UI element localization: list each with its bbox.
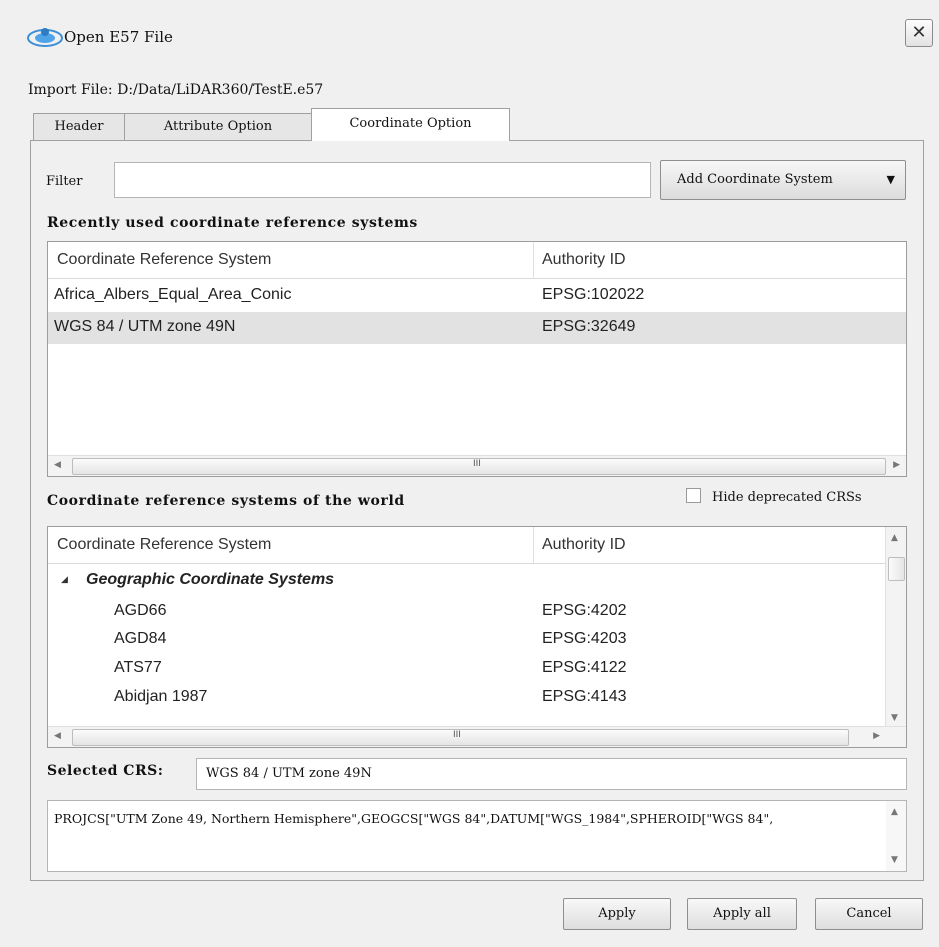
window-title: Open E57 File <box>64 28 173 46</box>
table-row[interactable]: Abidjan 1987 EPSG:4143 <box>48 682 888 714</box>
world-crs-title: Coordinate reference systems of the worl… <box>47 493 405 509</box>
authority-id: EPSG:4203 <box>542 630 627 647</box>
import-file-path: D:/Data/LiDAR360/TestE.e57 <box>117 82 324 98</box>
grip-icon: III <box>473 459 481 469</box>
wkt-text: PROJCS["UTM Zone 49, Northern Hemisphere… <box>54 811 774 826</box>
scrollbar-thumb[interactable]: III <box>72 458 886 475</box>
grip-icon: III <box>453 730 461 740</box>
close-button[interactable]: ✕ <box>905 19 933 47</box>
scroll-up-icon[interactable]: ▲ <box>891 533 898 543</box>
table-header: Coordinate Reference System Authority ID <box>48 527 888 564</box>
crs-name: WGS 84 / UTM zone 49N <box>54 318 236 335</box>
app-logo-icon <box>27 28 63 47</box>
column-divider[interactable] <box>533 527 534 563</box>
filter-input[interactable] <box>114 162 651 198</box>
crs-name: Africa_Albers_Equal_Area_Conic <box>54 286 292 303</box>
column-header-authority-id[interactable]: Authority ID <box>542 251 626 269</box>
scroll-right-icon[interactable]: ▶ <box>893 460 900 470</box>
tab-attribute-option[interactable]: Attribute Option <box>124 113 312 140</box>
selected-crs-field[interactable]: WGS 84 / UTM zone 49N <box>196 758 907 790</box>
table-header: Coordinate Reference System Authority ID <box>48 242 906 279</box>
authority-id: EPSG:32649 <box>542 318 636 335</box>
apply-button[interactable]: Apply <box>563 898 671 930</box>
recent-crs-title: Recently used coordinate reference syste… <box>47 215 418 231</box>
collapse-caret-icon[interactable]: ◢ <box>61 575 68 585</box>
close-icon: ✕ <box>911 22 927 43</box>
selected-crs-label: Selected CRS: <box>47 763 164 779</box>
column-header-crs[interactable]: Coordinate Reference System <box>57 536 271 554</box>
add-coordinate-system-label: Add Coordinate System <box>677 172 833 187</box>
horizontal-scrollbar[interactable]: ◀ III ▶ <box>48 726 906 747</box>
scroll-down-icon[interactable]: ▼ <box>891 855 898 865</box>
table-row[interactable]: ATS77 EPSG:4122 <box>48 653 888 685</box>
scroll-right-icon[interactable]: ▶ <box>873 731 880 741</box>
recent-crs-table: Coordinate Reference System Authority ID… <box>47 241 907 477</box>
scrollbar-thumb[interactable]: III <box>72 729 849 746</box>
tab-header[interactable]: Header <box>33 113 125 140</box>
cancel-button[interactable]: Cancel <box>815 898 923 930</box>
horizontal-scrollbar[interactable]: ◀ III ▶ <box>48 455 906 476</box>
column-header-authority-id[interactable]: Authority ID <box>542 536 626 554</box>
scroll-down-icon[interactable]: ▼ <box>891 713 898 723</box>
table-row[interactable]: AGD84 EPSG:4203 <box>48 624 888 656</box>
caret-down-icon: ▼ <box>886 173 895 186</box>
authority-id: EPSG:4143 <box>542 688 627 705</box>
column-divider[interactable] <box>533 242 534 278</box>
authority-id: EPSG:4202 <box>542 602 627 619</box>
import-file-line: Import File: D:/Data/LiDAR360/TestE.e57 <box>28 82 323 98</box>
crs-name: AGD66 <box>114 602 167 619</box>
import-file-label: Import File: <box>28 82 113 98</box>
tab-coordinate-option[interactable]: Coordinate Option <box>311 108 510 141</box>
add-coordinate-system-button[interactable]: Add Coordinate System ▼ <box>660 160 906 200</box>
group-label: Geographic Coordinate Systems <box>86 571 335 588</box>
filter-label: Filter <box>46 174 83 189</box>
world-crs-table: Coordinate Reference System Authority ID… <box>47 526 907 748</box>
vertical-scrollbar[interactable]: ▲ ▼ <box>886 801 906 871</box>
hide-deprecated-checkbox[interactable] <box>686 488 701 503</box>
authority-id: EPSG:4122 <box>542 659 627 676</box>
tree-group-row[interactable]: ◢ Geographic Coordinate Systems <box>48 565 888 597</box>
table-row[interactable]: WGS 84 / UTM zone 49N EPSG:32649 <box>48 312 906 344</box>
hide-deprecated-label[interactable]: Hide deprecated CRSs <box>712 490 862 505</box>
crs-name: ATS77 <box>114 659 162 676</box>
wkt-text-area[interactable]: PROJCS["UTM Zone 49, Northern Hemisphere… <box>47 800 907 872</box>
crs-name: Abidjan 1987 <box>114 688 208 705</box>
column-header-crs[interactable]: Coordinate Reference System <box>57 251 271 269</box>
authority-id: EPSG:102022 <box>542 286 645 303</box>
vertical-scrollbar[interactable]: ▲ ▼ <box>885 527 906 729</box>
scroll-left-icon[interactable]: ◀ <box>54 731 61 741</box>
scroll-up-icon[interactable]: ▲ <box>891 807 898 817</box>
crs-name: AGD84 <box>114 630 167 647</box>
apply-all-button[interactable]: Apply all <box>687 898 797 930</box>
scroll-left-icon[interactable]: ◀ <box>54 460 61 470</box>
scrollbar-thumb[interactable] <box>888 557 905 581</box>
table-row[interactable]: Africa_Albers_Equal_Area_Conic EPSG:1020… <box>48 280 906 312</box>
